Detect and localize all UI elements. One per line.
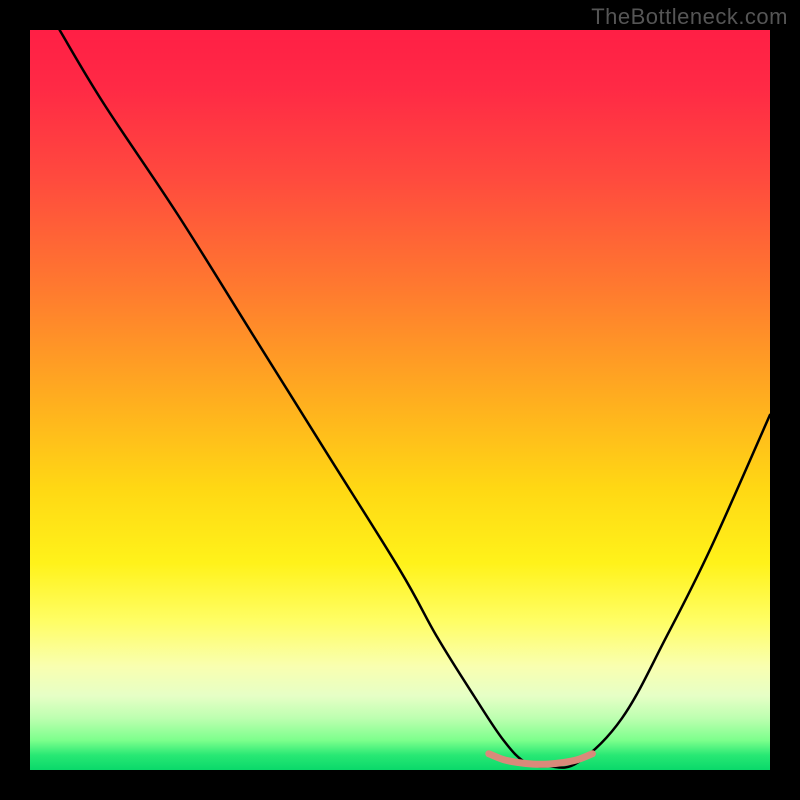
watermark-text: TheBottleneck.com bbox=[591, 4, 788, 30]
sweet-spot-path bbox=[489, 754, 593, 765]
bottleneck-curve-path bbox=[60, 30, 770, 768]
chart-frame: TheBottleneck.com bbox=[0, 0, 800, 800]
chart-svg bbox=[30, 30, 770, 770]
plot-area bbox=[30, 30, 770, 770]
